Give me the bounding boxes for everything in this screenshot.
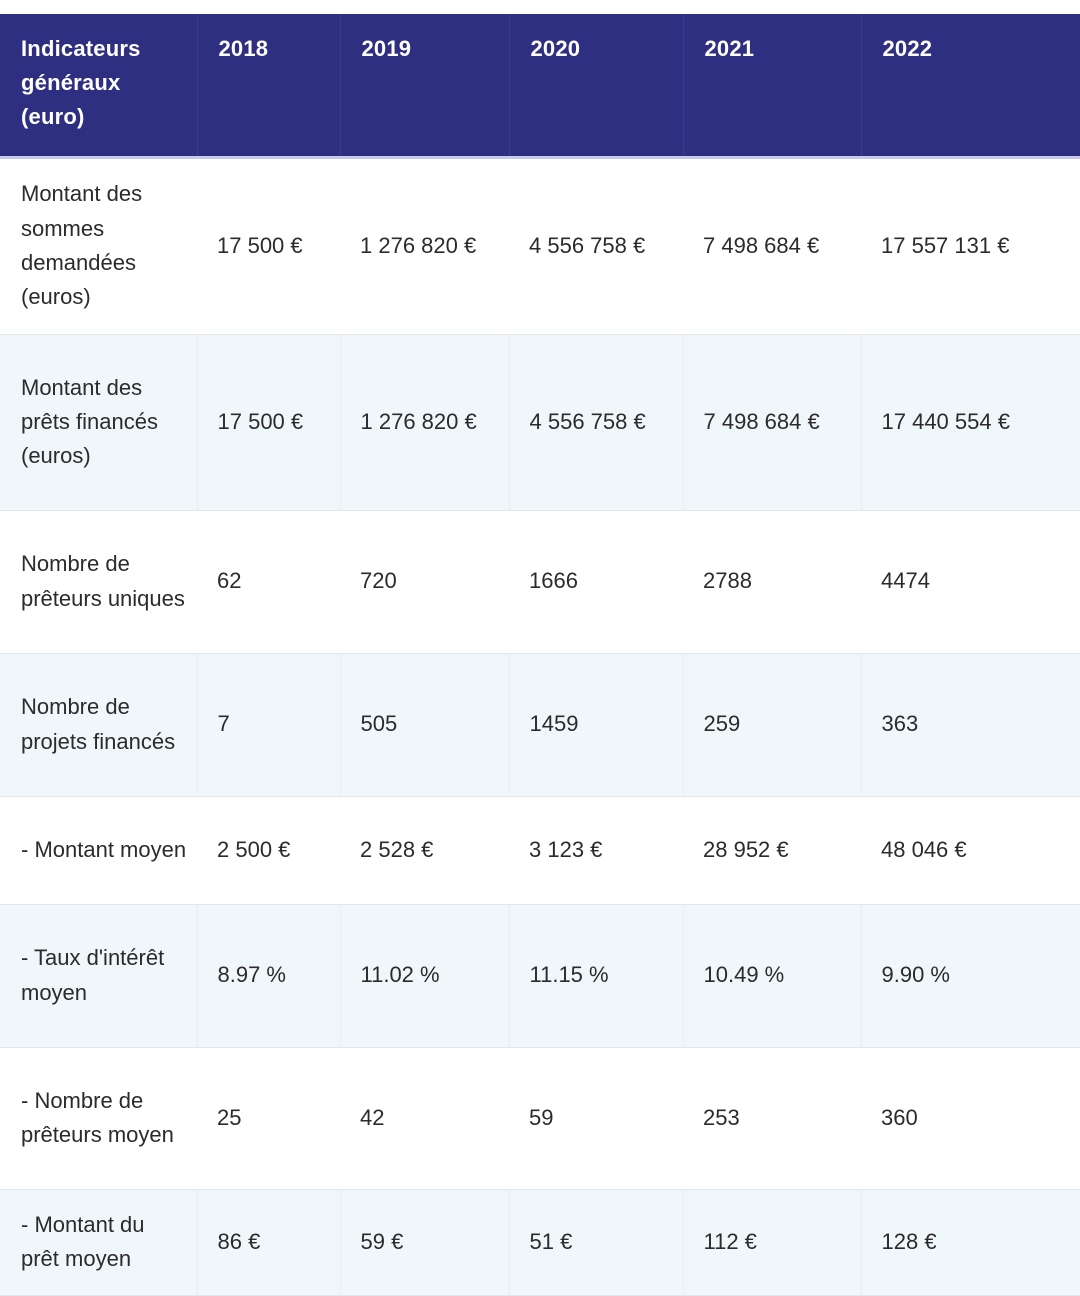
table-row: - Nombre de prêteurs moyen 25 42 59 253 … — [0, 1047, 1080, 1190]
row-label: Nombre de prêteurs uniques — [0, 510, 197, 654]
row-label: Montant des prêts financés (euros) — [0, 334, 198, 511]
table-cell: 48 046 € — [861, 796, 1080, 905]
table-cell: 9.90 % — [861, 904, 1080, 1048]
table-cell: 253 — [683, 1047, 861, 1190]
table-cell: 59 — [509, 1047, 683, 1190]
table-cell: 7 498 684 € — [683, 157, 861, 335]
table-cell: 259 — [683, 653, 862, 797]
table-cell: 17 440 554 € — [861, 334, 1080, 511]
table-cell: 505 — [340, 653, 510, 797]
table-row: Montant des sommes demandées (euros) 17 … — [0, 157, 1080, 335]
header-year-2021: 2021 — [683, 14, 862, 159]
top-strip — [0, 0, 1080, 14]
table-cell: 2 500 € — [197, 796, 340, 905]
table-cell: 1666 — [509, 510, 683, 654]
table-row: Nombre de prêteurs uniques 62 720 1666 2… — [0, 510, 1080, 654]
table-row: - Montant moyen 2 500 € 2 528 € 3 123 € … — [0, 796, 1080, 905]
table-cell: 25 — [197, 1047, 340, 1190]
table-cell: 1459 — [509, 653, 684, 797]
row-label: - Taux d'intérêt moyen — [0, 904, 198, 1048]
table-cell: 51 € — [509, 1189, 684, 1296]
header-year-2022: 2022 — [861, 14, 1080, 159]
table-cell: 10.49 % — [683, 904, 862, 1048]
table-header: Indicateurs généraux (euro) 2018 2019 20… — [0, 14, 1080, 159]
table-cell: 2788 — [683, 510, 861, 654]
table-cell: 17 557 131 € — [861, 157, 1080, 335]
header-year-2018: 2018 — [197, 14, 341, 159]
table-cell: 1 276 820 € — [340, 334, 510, 511]
table-cell: 4 556 758 € — [509, 334, 684, 511]
table-cell: 4474 — [861, 510, 1080, 654]
row-label: - Montant du prêt moyen — [0, 1189, 198, 1296]
table-row: Nombre de projets financés 7 505 1459 25… — [0, 653, 1080, 797]
table-cell: 59 € — [340, 1189, 510, 1296]
table-cell: 11.02 % — [340, 904, 510, 1048]
table-cell: 86 € — [197, 1189, 341, 1296]
table-cell: 363 — [861, 653, 1080, 797]
table-cell: 112 € — [683, 1189, 862, 1296]
table-cell: 17 500 € — [197, 334, 341, 511]
table-cell: 128 € — [861, 1189, 1080, 1296]
table-cell: 42 — [340, 1047, 509, 1190]
table-cell: 28 952 € — [683, 796, 861, 905]
table-cell: 360 — [861, 1047, 1080, 1190]
table-row: - Montant du prêt moyen 86 € 59 € 51 € 1… — [0, 1189, 1080, 1296]
table-cell: 2 528 € — [340, 796, 509, 905]
table-cell: 17 500 € — [197, 157, 340, 335]
table-cell: 8.97 % — [197, 904, 341, 1048]
header-year-2020: 2020 — [509, 14, 684, 159]
table-row: Montant des prêts financés (euros) 17 50… — [0, 334, 1080, 511]
table-cell: 1 276 820 € — [340, 157, 509, 335]
header-row: Indicateurs généraux (euro) 2018 2019 20… — [0, 14, 1080, 159]
table-body: Montant des sommes demandées (euros) 17 … — [0, 157, 1080, 1296]
table-cell: 3 123 € — [509, 796, 683, 905]
table-row: - Taux d'intérêt moyen 8.97 % 11.02 % 11… — [0, 904, 1080, 1048]
table-cell: 7 — [197, 653, 341, 797]
header-year-2019: 2019 — [340, 14, 510, 159]
row-label: - Montant moyen — [0, 796, 197, 905]
indicators-table: Indicateurs généraux (euro) 2018 2019 20… — [0, 14, 1080, 1296]
table-cell: 62 — [197, 510, 340, 654]
table-cell: 4 556 758 € — [509, 157, 683, 335]
row-label: Montant des sommes demandées (euros) — [0, 157, 197, 335]
table-cell: 7 498 684 € — [683, 334, 862, 511]
header-indicators: Indicateurs généraux (euro) — [0, 14, 198, 159]
table-cell: 11.15 % — [509, 904, 684, 1048]
table-cell: 720 — [340, 510, 509, 654]
row-label: Nombre de projets financés — [0, 653, 198, 797]
row-label: - Nombre de prêteurs moyen — [0, 1047, 197, 1190]
